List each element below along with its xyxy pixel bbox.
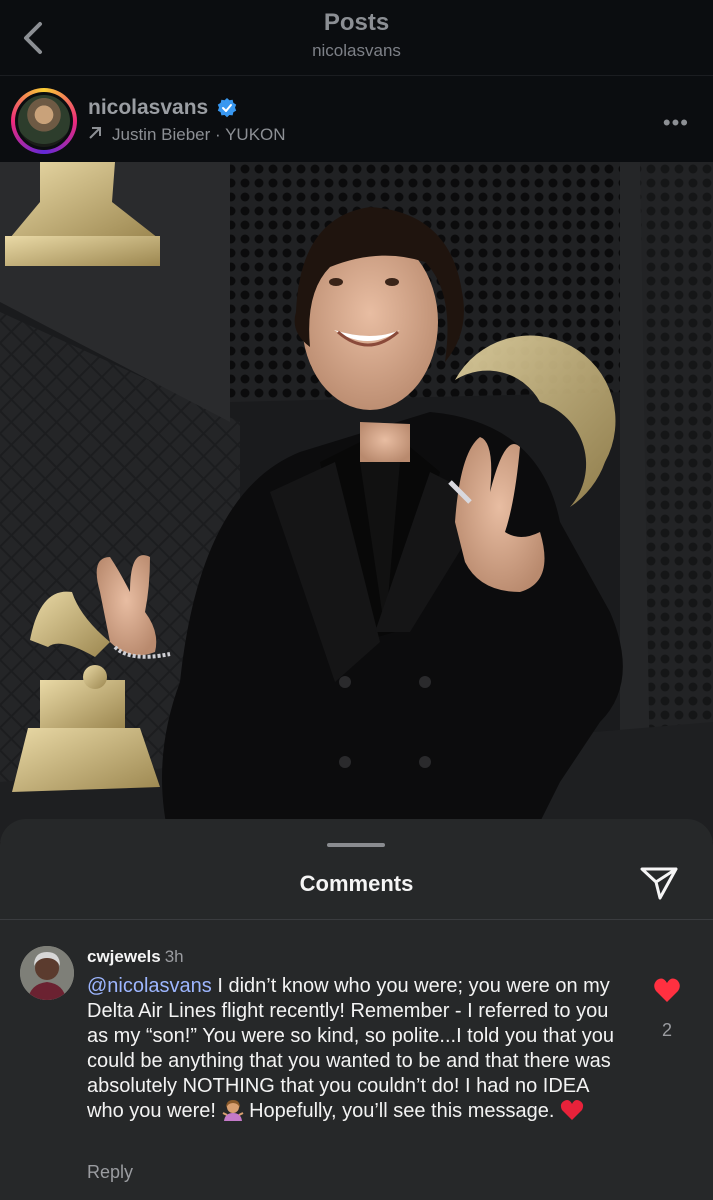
paper-plane-icon[interactable] <box>639 864 679 902</box>
sheet-drag-handle[interactable] <box>327 843 385 847</box>
verified-badge-icon <box>217 98 237 118</box>
post-username[interactable]: nicolasvans <box>88 96 208 120</box>
post-photo-illustration <box>0 162 713 842</box>
more-horizontal-icon[interactable]: ••• <box>663 110 689 136</box>
music-attribution[interactable]: Justin Bieber · YUKON <box>88 125 286 145</box>
comment-mention[interactable]: @nicolasvans <box>87 975 212 997</box>
arrow-up-right-icon <box>88 125 102 145</box>
woman-shrugging-emoji <box>222 1099 244 1128</box>
comment-text: @nicolasvans I didn’t know who you were;… <box>87 974 627 1128</box>
reply-button[interactable]: Reply <box>87 1162 133 1183</box>
music-text: Justin Bieber · YUKON <box>112 125 286 144</box>
comment-username[interactable]: cwjewels 3h <box>87 947 184 967</box>
comment-body-2: Hopefully, you’ll see this message. <box>243 1100 560 1122</box>
page-title: Posts <box>323 9 390 36</box>
comment-username-text[interactable]: cwjewels <box>87 947 161 966</box>
post-header: nicolasvans Justin Bieber · YUKON ••• <box>0 75 713 163</box>
comment-avatar[interactable] <box>20 946 74 1000</box>
avatar[interactable] <box>15 92 73 150</box>
like-count: 2 <box>661 1020 672 1040</box>
red-heart-emoji <box>560 1099 584 1128</box>
comments-sheet: Comments cwjewels 3h @nicolasvans I didn’… <box>0 819 713 1200</box>
post-image[interactable] <box>0 162 713 842</box>
comments-title: Comments <box>299 871 414 896</box>
sheet-divider <box>0 919 713 920</box>
like-heart-icon[interactable] <box>653 977 681 1003</box>
top-bar: Posts nicolasvans <box>0 0 713 75</box>
page-subtitle: nicolasvans <box>312 41 401 60</box>
story-ring[interactable] <box>11 88 77 154</box>
comment-time: 3h <box>164 947 184 966</box>
